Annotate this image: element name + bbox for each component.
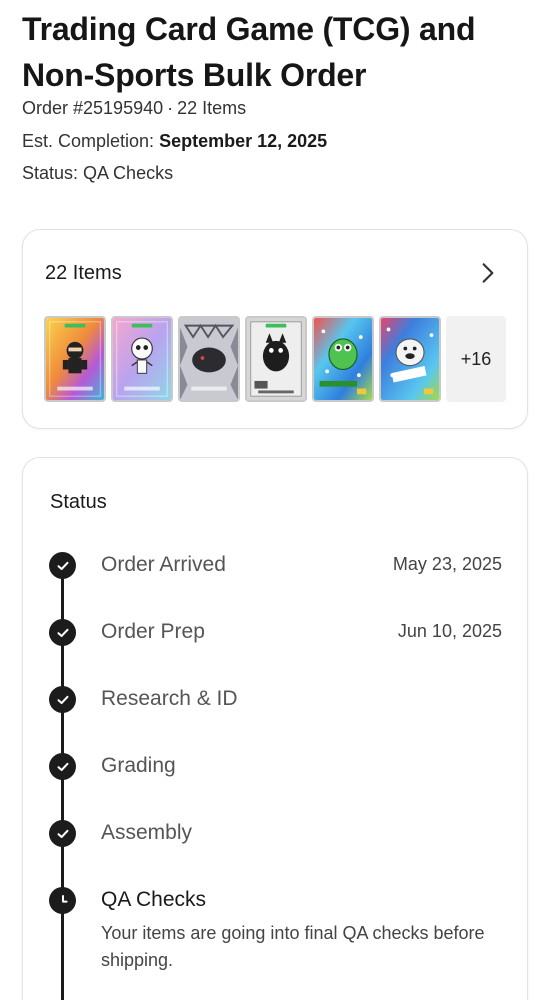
step-label: Order Arrived — [101, 553, 226, 576]
step-label: QA Checks — [101, 888, 207, 911]
step-label: Assembly — [101, 821, 193, 844]
check-icon — [49, 753, 76, 780]
timeline-step-order-arrived: Order Arrived May 23, 2025 — [23, 549, 529, 579]
completion-date: September 12, 2025 — [159, 131, 328, 151]
status-value: QA Checks — [83, 163, 174, 183]
more-items-button[interactable]: +16 — [446, 316, 506, 402]
card-cat-thumbnail[interactable] — [245, 316, 307, 402]
page-title: Trading Card Game (TCG) and Non-Sports B… — [22, 11, 476, 93]
card-bulldog-thumbnail[interactable] — [379, 316, 441, 402]
status-card-title: Status — [50, 491, 107, 513]
card-skeleton-thumbnail[interactable] — [111, 316, 173, 402]
completion-label: Est. Completion: — [22, 131, 155, 151]
check-icon — [49, 552, 76, 579]
estimated-completion: Est. Completion: September 12, 2025 — [22, 130, 327, 152]
chevron-right-icon[interactable] — [475, 260, 501, 286]
check-icon — [49, 619, 76, 646]
card-dark-creature-thumbnail[interactable] — [178, 316, 240, 402]
step-label: Grading — [101, 754, 176, 777]
status-card: Status Order Arrived May 23, 2025 Order … — [22, 457, 528, 1000]
step-date: May 23, 2025 — [392, 554, 502, 574]
step-description: Your items are going into final QA check… — [101, 923, 485, 970]
order-detail-page: Trading Card Game (TCG) and Non-Sports B… — [0, 0, 550, 1000]
step-date: Jun 10, 2025 — [397, 621, 502, 641]
timeline-step-qa-checks: QA Checks — [23, 884, 529, 914]
timeline-step-order-prep: Order Prep Jun 10, 2025 — [23, 616, 529, 646]
timeline-step-grading: Grading — [23, 750, 529, 780]
order-number: Order #25195940 — [22, 98, 164, 118]
items-card-title: 22 Items — [45, 262, 122, 284]
step-label: Research & ID — [101, 687, 238, 710]
card-ninja-thumbnail[interactable] — [44, 316, 106, 402]
check-icon — [49, 820, 76, 847]
items-card[interactable]: 22 Items +16 — [22, 229, 528, 429]
check-icon — [49, 686, 76, 713]
step-label: Order Prep — [101, 620, 205, 643]
timeline-step-assembly: Assembly — [23, 817, 529, 847]
timeline-step-research-id: Research & ID — [23, 683, 529, 713]
order-meta: Order #25195940 · 22 Items — [22, 97, 246, 119]
status-label: Status: — [22, 163, 79, 183]
card-green-monster-thumbnail[interactable] — [312, 316, 374, 402]
order-status: Status: QA Checks — [22, 162, 173, 184]
clock-icon — [49, 887, 76, 914]
order-item-count: 22 Items — [177, 98, 247, 118]
meta-separator: · — [167, 98, 174, 118]
